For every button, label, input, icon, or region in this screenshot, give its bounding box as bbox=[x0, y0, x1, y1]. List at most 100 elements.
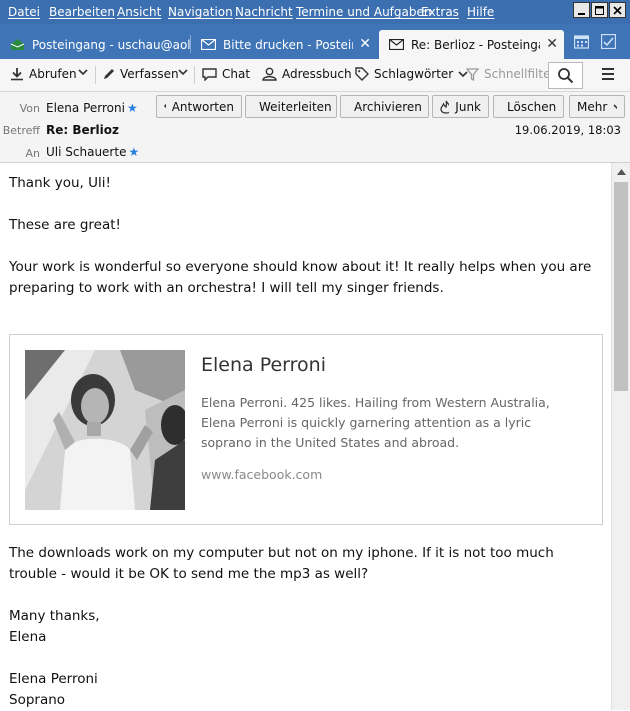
arrow-up-icon bbox=[616, 168, 626, 175]
body-paragraph: The downloads work on my computer but no… bbox=[9, 545, 554, 582]
envelope-icon bbox=[201, 39, 216, 50]
menu-navigation[interactable]: Navigation bbox=[168, 5, 233, 19]
forward-button[interactable]: Weiterleiten bbox=[245, 95, 337, 118]
chat-button[interactable]: Chat bbox=[202, 67, 250, 81]
reply-label: Antworten bbox=[171, 99, 234, 114]
menu-ansicht[interactable]: Ansicht bbox=[117, 5, 161, 19]
window-controls bbox=[573, 2, 626, 18]
write-label: Verfassen bbox=[120, 67, 179, 81]
hamburger-line bbox=[602, 68, 614, 70]
reply-icon bbox=[164, 103, 166, 108]
write-button[interactable]: Verfassen bbox=[102, 67, 179, 81]
address-book-label: Adressbuch bbox=[282, 67, 352, 81]
main-toolbar: Abrufen Verfassen Chat Adressbuch Schlag… bbox=[0, 59, 630, 92]
to-value[interactable]: Uli Schauerte ★ bbox=[46, 145, 139, 159]
quick-filter-button[interactable]: Schnellfilter bbox=[466, 67, 555, 81]
menu-bearbeiten[interactable]: Bearbeiten bbox=[49, 5, 115, 19]
tags-button[interactable]: Schlagwörter bbox=[355, 67, 468, 81]
chevron-down-icon bbox=[613, 103, 617, 109]
tab-bitte-drucken[interactable]: Bitte drucken - Posteingang - uschau@aol… bbox=[191, 30, 377, 59]
subject-value: Re: Berlioz bbox=[46, 123, 120, 137]
close-window-button[interactable] bbox=[609, 2, 626, 18]
reply-button[interactable]: Antworten bbox=[156, 95, 242, 118]
tab-bitte-drucken-label: Bitte drucken - Posteingang - uschau@aol… bbox=[223, 37, 353, 52]
quick-filter-label: Schnellfilter bbox=[484, 67, 556, 81]
body-paragraph: These are great! bbox=[9, 217, 121, 233]
signature-name: Elena Perroni bbox=[9, 671, 98, 687]
inbox-icon bbox=[10, 38, 25, 51]
search-button[interactable] bbox=[548, 62, 583, 89]
star-icon[interactable]: ★ bbox=[128, 145, 139, 159]
menu-hilfe[interactable]: Hilfe bbox=[467, 5, 494, 19]
menu-nachricht[interactable]: Nachricht bbox=[235, 5, 293, 19]
vertical-scrollbar[interactable] bbox=[611, 163, 630, 710]
body-paragraph: Elena bbox=[9, 629, 47, 645]
app-menu-button[interactable] bbox=[602, 68, 614, 83]
message-header: Von Elena Perroni ★ Antworten Weiterleite… bbox=[0, 92, 630, 163]
envelope-icon bbox=[389, 39, 404, 50]
filter-icon bbox=[466, 67, 479, 81]
calendar-icon[interactable] bbox=[573, 34, 590, 53]
write-dropdown[interactable] bbox=[178, 68, 188, 76]
search-icon bbox=[558, 68, 574, 84]
maximize-button[interactable] bbox=[591, 2, 608, 18]
minimize-button[interactable] bbox=[573, 2, 590, 18]
toolbar-separator bbox=[194, 66, 195, 84]
preview-description: Elena Perroni. 425 likes. Hailing from W… bbox=[201, 395, 550, 450]
subject-label: Betreff bbox=[2, 124, 40, 137]
message-date: 19.06.2019, 18:03 bbox=[514, 123, 621, 137]
tab-inbox[interactable]: Posteingang - uschau@aol.com bbox=[0, 30, 190, 59]
address-book-icon bbox=[262, 67, 277, 81]
delete-label: Löschen bbox=[507, 99, 557, 114]
maximize-icon bbox=[595, 5, 604, 15]
chat-label: Chat bbox=[222, 67, 251, 81]
tab-bar: Posteingang - uschau@aol.com Bitte druck… bbox=[0, 24, 630, 59]
get-messages-button[interactable]: Abrufen bbox=[10, 67, 77, 81]
body-paragraph: Thank you, Uli! bbox=[9, 175, 111, 191]
chevron-down-icon bbox=[178, 69, 188, 76]
preview-title[interactable]: Elena Perroni bbox=[201, 355, 326, 376]
scroll-up-button[interactable] bbox=[612, 163, 630, 180]
address-book-button[interactable]: Adressbuch bbox=[262, 67, 352, 81]
hamburger-line bbox=[602, 73, 614, 75]
body-paragraph: Your work is wonderful so everyone shoul… bbox=[9, 259, 592, 296]
tab-re-berlioz[interactable]: Re: Berlioz - Posteingang - uschau@aol.c… bbox=[379, 30, 564, 59]
signature-title: Soprano bbox=[9, 692, 66, 708]
chat-bubble-icon bbox=[202, 67, 217, 81]
forward-label: Weiterleiten bbox=[259, 99, 332, 114]
get-messages-label: Abrufen bbox=[29, 67, 77, 81]
junk-label: Junk bbox=[455, 99, 481, 114]
star-icon[interactable]: ★ bbox=[127, 101, 138, 115]
toolbar-separator bbox=[95, 66, 96, 84]
archive-button[interactable]: Archivieren bbox=[340, 95, 429, 118]
tab-re-berlioz-label: Re: Berlioz - Posteingang - uschau@aol.c… bbox=[411, 37, 540, 52]
link-preview-card[interactable]: Elena Perroni Elena Perroni. 425 likes. … bbox=[9, 334, 603, 525]
more-button[interactable]: Mehr bbox=[569, 95, 625, 118]
flame-icon bbox=[440, 100, 450, 114]
menu-extras[interactable]: Extras bbox=[421, 5, 459, 19]
close-tab-icon[interactable]: ✕ bbox=[359, 36, 371, 52]
get-messages-dropdown[interactable] bbox=[78, 68, 88, 76]
menu-datei[interactable]: Datei bbox=[8, 5, 40, 19]
to-name: Uli Schauerte bbox=[46, 145, 127, 159]
close-tab-icon[interactable]: ✕ bbox=[546, 36, 558, 52]
tags-label: Schlagwörter bbox=[374, 67, 454, 81]
delete-button[interactable]: Löschen bbox=[493, 95, 564, 118]
archive-label: Archivieren bbox=[354, 99, 422, 114]
menu-bar: Datei Bearbeiten Ansicht Navigation Nach… bbox=[0, 0, 630, 24]
hamburger-line bbox=[602, 78, 614, 80]
body-paragraph: Many thanks, bbox=[9, 608, 100, 624]
pencil-icon bbox=[104, 68, 114, 79]
menu-termine-und-aufgaben[interactable]: Termine und Aufgaben bbox=[296, 5, 431, 19]
scrollbar-thumb[interactable] bbox=[614, 182, 628, 391]
tag-icon bbox=[355, 67, 369, 81]
from-value[interactable]: Elena Perroni ★ bbox=[46, 101, 138, 115]
chevron-down-icon bbox=[78, 69, 88, 76]
preview-url[interactable]: www.facebook.com bbox=[201, 464, 322, 485]
from-name: Elena Perroni bbox=[46, 101, 125, 115]
to-label: An bbox=[25, 147, 41, 160]
close-icon bbox=[613, 5, 622, 15]
message-body: Thank you, Uli! These are great! Your wo… bbox=[0, 163, 611, 710]
tasks-icon[interactable] bbox=[600, 33, 617, 53]
junk-button[interactable]: Junk bbox=[432, 95, 489, 118]
